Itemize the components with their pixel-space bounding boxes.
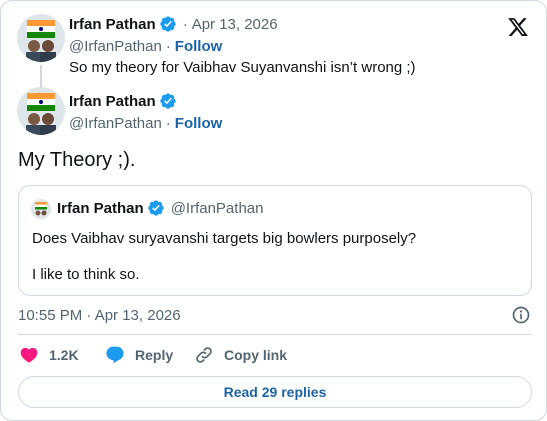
parent-follow-button[interactable]: Follow <box>175 38 223 55</box>
quoted-tweet-line-2: I like to think so. <box>32 266 140 283</box>
like-count: 1.2K <box>49 347 79 363</box>
copy-link-label: Copy link <box>224 347 288 363</box>
heart-icon <box>20 347 38 363</box>
reply-button[interactable]: Reply <box>105 345 173 365</box>
x-logo-icon[interactable] <box>507 16 529 38</box>
main-tweet-text: My Theory ;). <box>18 149 136 171</box>
parent-separator: · <box>182 15 188 33</box>
quoted-tweet-card[interactable]: Irfan Pathan @IrfanPathan Does Vaibhav s… <box>18 185 532 296</box>
main-follow-button[interactable]: Follow <box>175 115 223 132</box>
parent-date-link[interactable]: Apr 13, 2026 <box>192 16 278 33</box>
verified-badge-icon <box>160 16 176 32</box>
parent-tweet-header: Irfan Pathan · Apr 13, 2026 <box>69 15 278 33</box>
actions-divider <box>18 334 532 335</box>
info-icon[interactable] <box>511 305 531 325</box>
thread-connector-line <box>40 65 42 87</box>
main-handle-row: @IrfanPathan · Follow <box>69 115 222 132</box>
parent-tweet-text: So my theory for Vaibhav Suyanvanshi isn… <box>69 59 416 76</box>
reply-label: Reply <box>135 347 174 363</box>
quoted-tweet-line-1: Does Vaibhav suryavanshi targets big bow… <box>32 230 417 247</box>
quoted-author-name: Irfan Pathan <box>57 199 144 217</box>
link-icon <box>196 347 212 363</box>
embedded-tweet-card: Irfan Pathan · Apr 13, 2026 @IrfanPathan… <box>0 0 547 421</box>
quoted-tweet-header: Irfan Pathan @IrfanPathan <box>57 199 263 217</box>
reply-bubble-icon <box>106 346 124 364</box>
quoted-author-handle: @IrfanPathan <box>170 199 264 217</box>
verified-badge-icon <box>160 93 176 109</box>
main-handle-separator: · <box>165 115 171 132</box>
main-author-name[interactable]: Irfan Pathan <box>69 93 156 110</box>
verified-badge-icon <box>148 200 164 216</box>
main-author-handle[interactable]: @IrfanPathan <box>69 115 162 132</box>
copy-link-button[interactable]: Copy link <box>194 345 287 365</box>
main-tweet-header: Irfan Pathan <box>69 92 177 110</box>
parent-author-handle[interactable]: @IrfanPathan <box>69 38 162 55</box>
quoted-author-avatar <box>31 199 51 219</box>
parent-handle-separator: · <box>165 38 171 55</box>
parent-author-name[interactable]: Irfan Pathan <box>69 16 156 33</box>
parent-handle-row: @IrfanPathan · Follow <box>69 38 222 55</box>
read-replies-button[interactable]: Read 29 replies <box>18 376 532 408</box>
main-author-avatar[interactable] <box>17 87 65 135</box>
like-button[interactable]: 1.2K <box>19 345 79 365</box>
parent-author-avatar[interactable] <box>17 14 65 62</box>
tweet-timestamp[interactable]: 10:55 PM · Apr 13, 2026 <box>18 307 181 324</box>
